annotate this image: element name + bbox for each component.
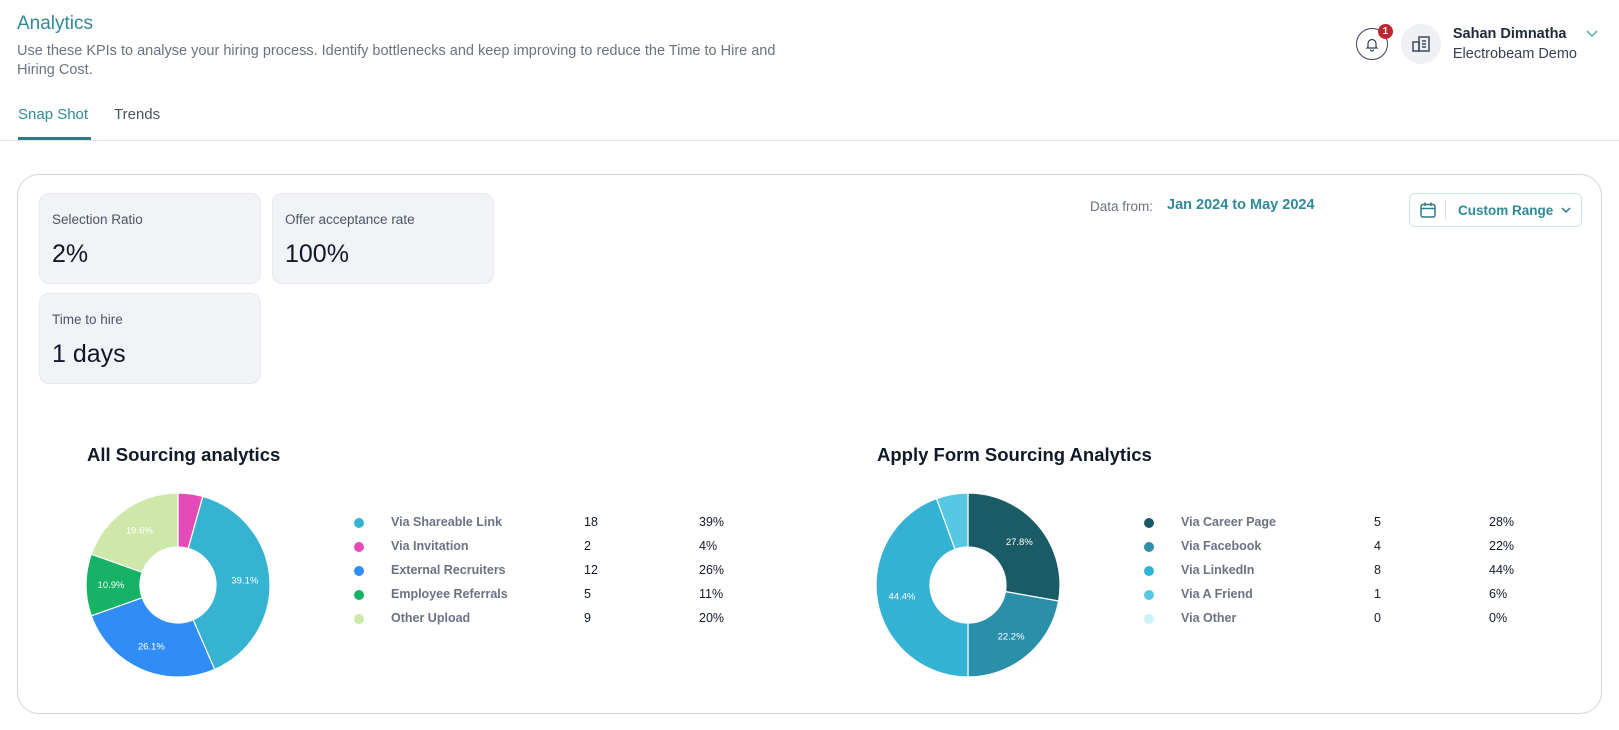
legend-percent: 0% xyxy=(1489,611,1508,625)
legend-dot xyxy=(1144,542,1154,552)
kpi-label: Selection Ratio xyxy=(52,212,143,227)
user-organization: Electrobeam Demo xyxy=(1452,46,1577,62)
chevron-down-icon[interactable] xyxy=(1585,26,1599,44)
legend-dot xyxy=(354,518,364,528)
notification-badge: 1 xyxy=(1377,24,1393,39)
legend-label: Other Upload xyxy=(391,611,471,625)
user-name: Sahan Dimnatha xyxy=(1452,26,1567,42)
kpi-value: 1 days xyxy=(52,340,126,368)
calendar-icon xyxy=(1419,201,1437,219)
legend-count: 5 xyxy=(584,587,591,601)
legend-count: 4 xyxy=(1374,539,1381,553)
page-description: Use these KPIs to analyse your hiring pr… xyxy=(17,43,776,78)
legend-count: 2 xyxy=(584,539,591,553)
donut-chart-all-sourcing: 39.1% 26.1% 10.9% 19.6% xyxy=(85,492,271,678)
legend-dot xyxy=(1144,590,1154,600)
legend-label: Via Shareable Link xyxy=(391,515,502,529)
tab-snap-shot[interactable]: Snap Shot xyxy=(18,106,91,140)
slice-label-via-facebook: 22.2% xyxy=(998,631,1025,642)
date-range-select-value: Custom Range xyxy=(1458,202,1554,218)
tab-trends[interactable]: Trends xyxy=(114,106,160,137)
legend-row: Via A Friend 1 6% xyxy=(1144,586,1544,610)
legend-dot xyxy=(1144,518,1154,528)
legend-dot xyxy=(354,566,364,576)
chart-title-apply-form-sourcing: Apply Form Sourcing Analytics xyxy=(877,444,1152,465)
kpi-card-time-to-hire: Time to hire 1 days xyxy=(39,293,261,384)
building-icon xyxy=(1410,33,1432,55)
legend-dot xyxy=(1144,566,1154,576)
legend-row: External Recruiters 12 26% xyxy=(354,562,754,586)
legend-label: Via A Friend xyxy=(1181,587,1253,601)
slice-label-other-upload: 19.6% xyxy=(126,525,153,536)
legend-percent: 28% xyxy=(1489,515,1515,529)
kpi-value: 100% xyxy=(285,240,349,268)
chart-title-all-sourcing: All Sourcing analytics xyxy=(87,444,281,465)
legend-row: Via Other 0 0% xyxy=(1144,610,1544,634)
slice-label-via-shareable-link: 39.1% xyxy=(231,575,258,586)
legend-label: External Recruiters xyxy=(391,563,506,577)
legend-count: 9 xyxy=(584,611,591,625)
kpi-value: 2% xyxy=(52,240,89,268)
donut-chart-apply-form-sourcing: 27.8% 22.2% 44.4% xyxy=(875,492,1061,678)
legend-dot xyxy=(354,614,364,624)
legend-percent: 6% xyxy=(1489,587,1508,601)
legend-count: 12 xyxy=(584,563,598,577)
slice-label-external-recruiters: 26.1% xyxy=(138,641,165,652)
legend-dot xyxy=(354,542,364,552)
legend-dot xyxy=(354,590,364,600)
legend-percent: 4% xyxy=(699,539,718,553)
legend-percent: 20% xyxy=(699,611,725,625)
kpi-label: Time to hire xyxy=(52,312,123,327)
legend-row: Via Career Page 5 28% xyxy=(1144,514,1544,538)
legend-row: Via Facebook 4 22% xyxy=(1144,538,1544,562)
legend-row: Employee Referrals 5 11% xyxy=(354,586,754,610)
legend-row: Via LinkedIn 8 44% xyxy=(1144,562,1544,586)
kpi-card-selection-ratio: Selection Ratio 2% xyxy=(39,193,261,284)
notifications-button[interactable]: 1 xyxy=(1355,24,1393,60)
data-from-label: Data from: xyxy=(1090,199,1154,214)
page-title: Analytics xyxy=(17,13,94,34)
legend-percent: 22% xyxy=(1489,539,1515,553)
legend-count: 5 xyxy=(1374,515,1381,529)
legend-count: 0 xyxy=(1374,611,1381,625)
bell-icon xyxy=(1364,36,1380,52)
divider xyxy=(1445,200,1446,220)
legend-label: Via Other xyxy=(1181,611,1237,625)
legend-row: Other Upload 9 20% xyxy=(354,610,754,634)
legend-count: 1 xyxy=(1374,587,1381,601)
slice-label-employee-referrals: 10.9% xyxy=(98,580,125,591)
user-info[interactable]: Sahan Dimnatha Electrobeam Demo xyxy=(1453,24,1577,64)
date-range-value: Jan 2024 to May 2024 xyxy=(1167,197,1315,213)
legend-row: Via Shareable Link 18 39% xyxy=(354,514,754,538)
legend-percent: 26% xyxy=(699,563,725,577)
legend-percent: 39% xyxy=(699,515,725,529)
kpi-card-offer-acceptance: Offer acceptance rate 100% xyxy=(272,193,494,284)
legend-percent: 11% xyxy=(699,587,724,601)
slice-label-via-linkedin: 44.4% xyxy=(889,592,916,603)
legend-percent: 44% xyxy=(1489,563,1515,577)
kpi-label: Offer acceptance rate xyxy=(285,212,415,227)
user-header: 1 Sahan Dimnatha Electrobeam Demo xyxy=(1355,24,1599,64)
legend-label: Via Facebook xyxy=(1181,539,1262,553)
organization-avatar[interactable] xyxy=(1400,24,1441,64)
legend-count: 8 xyxy=(1374,563,1381,577)
legend-dot xyxy=(1144,614,1154,624)
legend-label: Employee Referrals xyxy=(391,587,508,601)
legend-label: Via LinkedIn xyxy=(1181,563,1255,577)
chevron-down-icon xyxy=(1560,206,1572,214)
tab-bar: Snap Shot Trends xyxy=(0,100,1619,141)
date-range-select[interactable]: Custom Range xyxy=(1409,193,1582,227)
legend-count: 18 xyxy=(584,515,598,529)
legend-label: Via Invitation xyxy=(391,539,469,553)
legend-label: Via Career Page xyxy=(1181,515,1276,529)
slice-label-via-career-page: 27.8% xyxy=(1006,537,1033,548)
legend-row: Via Invitation 2 4% xyxy=(354,538,754,562)
